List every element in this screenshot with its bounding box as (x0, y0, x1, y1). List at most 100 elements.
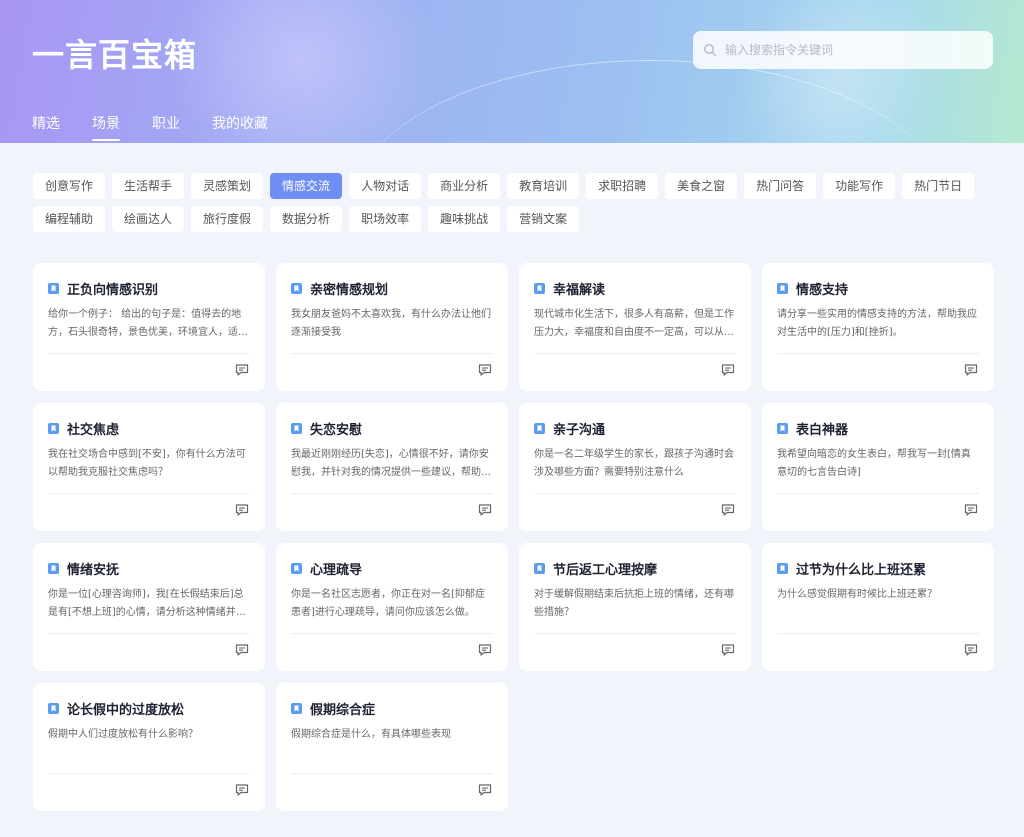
tab-1[interactable]: 场景 (92, 113, 120, 141)
tab-0[interactable]: 精选 (32, 113, 60, 141)
category-chip[interactable]: 职场效率 (349, 206, 422, 232)
card-title-row: 情绪安抚 (48, 559, 250, 578)
bookmark-icon (777, 423, 788, 434)
prompt-card[interactable]: 亲密情感规划 我女朋友爸妈不太喜欢我，有什么办法让他们逐渐接受我 (276, 263, 508, 391)
card-title-row: 情感支持 (777, 279, 979, 298)
card-description: 假期综合症是什么，有具体哪些表现 (291, 729, 451, 740)
category-chip[interactable]: 美食之窗 (665, 173, 738, 199)
card-title-row: 心理疏导 (291, 559, 493, 578)
card-title: 论长假中的过度放松 (67, 703, 185, 718)
category-chip[interactable]: 求职招聘 (586, 173, 659, 199)
card-divider (534, 633, 736, 634)
card-title: 过节为什么比上班还累 (796, 563, 927, 578)
prompt-card[interactable]: 表白神器 我希望向暗恋的女生表白，帮我写一封[情真意切的七言告白诗] (762, 403, 994, 531)
chat-icon[interactable] (478, 503, 492, 517)
search-icon (704, 44, 717, 57)
card-description: 我女朋友爸妈不太喜欢我，有什么办法让他们逐渐接受我 (291, 309, 491, 338)
chat-icon[interactable] (235, 503, 249, 517)
card-title: 心理疏导 (310, 563, 363, 578)
prompt-card[interactable]: 心理疏导你是一名社区志愿者，你正在对一名[抑郁症患者]进行心理疏导，请问你应该怎… (276, 543, 508, 671)
card-description: 你是一名二年级学生的家长，跟孩子沟通时会涉及哪些方面？需要特别注意什么 (534, 449, 734, 478)
category-chip[interactable]: 旅行度假 (191, 206, 264, 232)
card-divider (777, 633, 979, 634)
card-description: 你是一位[心理咨询师]，我[在长假结束后]总是有[不想上班]的心情，请分析这种情… (48, 589, 246, 618)
category-chip[interactable]: 编程辅助 (33, 206, 106, 232)
bookmark-icon (534, 283, 545, 294)
bookmark-icon (291, 563, 302, 574)
bookmark-icon (777, 563, 788, 574)
category-chip[interactable]: 热门问答 (744, 173, 817, 199)
card-title: 亲子沟通 (553, 423, 606, 438)
category-chip[interactable]: 绘画达人 (112, 206, 185, 232)
category-chip[interactable]: 功能写作 (823, 173, 896, 199)
prompt-card[interactable]: 论长假中的过度放松 假期中人们过度放松有什么影响？ (33, 683, 265, 811)
prompt-card[interactable]: 情感支持请分享一些实用的情感支持的方法，帮助我应对生活中的[压力]和[挫折]。 (762, 263, 994, 391)
prompt-card[interactable]: 情绪安抚你是一位[心理咨询师]，我[在长假结束后]总是有[不想上班]的心情，请分… (33, 543, 265, 671)
category-chip[interactable]: 情感交流 (270, 173, 343, 199)
chat-icon[interactable] (478, 363, 492, 377)
tab-3[interactable]: 我的收藏 (212, 113, 268, 141)
card-title-row: 失恋安慰 (291, 419, 493, 438)
app-title: 一言百宝箱 (32, 36, 198, 74)
category-chip[interactable]: 教育培训 (507, 173, 580, 199)
bookmark-icon (291, 283, 302, 294)
prompt-card[interactable]: 失恋安慰我最近刚刚经历[失恋]，心情很不好，请你安慰我，并针对我的情况提供一些建… (276, 403, 508, 531)
category-chip[interactable]: 生活帮手 (112, 173, 185, 199)
chat-icon[interactable] (235, 643, 249, 657)
bookmark-icon (48, 563, 59, 574)
card-description: 我在社交场合中感到[不安]，你有什么方法可以帮助我克服社交焦虑吗？ (48, 449, 246, 478)
category-chip[interactable]: 数据分析 (270, 206, 343, 232)
chat-icon[interactable] (964, 503, 978, 517)
category-chip[interactable]: 营销文案 (507, 206, 580, 232)
bookmark-icon (534, 423, 545, 434)
search-input[interactable] (725, 43, 975, 57)
card-divider (48, 353, 250, 354)
chat-icon[interactable] (964, 363, 978, 377)
prompt-card[interactable]: 节后返工心理按摩 对于缓解假期结束后抗拒上班的情绪，还有哪些措施？ (519, 543, 751, 671)
card-title-row: 论长假中的过度放松 (48, 699, 250, 718)
card-divider (534, 493, 736, 494)
chat-icon[interactable] (964, 643, 978, 657)
card-title: 情绪安抚 (67, 563, 120, 578)
card-title-row: 幸福解读 (534, 279, 736, 298)
card-title: 幸福解读 (553, 283, 606, 298)
prompt-card[interactable]: 社交焦虑我在社交场合中感到[不安]，你有什么方法可以帮助我克服社交焦虑吗？ (33, 403, 265, 531)
category-chip[interactable]: 热门节日 (902, 173, 975, 199)
card-divider (291, 773, 493, 774)
prompt-card[interactable]: 幸福解读 现代城市化生活下，很多人有高薪，但是工作压力大，幸福度和自由度不一定高，… (519, 263, 751, 391)
category-chip[interactable]: 趣味挑战 (428, 206, 501, 232)
card-title-row: 社交焦虑 (48, 419, 250, 438)
category-chip[interactable]: 灵感策划 (191, 173, 264, 199)
card-title: 表白神器 (796, 423, 849, 438)
chat-icon[interactable] (721, 503, 735, 517)
bookmark-icon (534, 563, 545, 574)
card-divider (777, 353, 979, 354)
category-chip[interactable]: 商业分析 (428, 173, 501, 199)
card-description: 为什么感觉假期有时候比上班还累？ (777, 589, 937, 600)
category-chip[interactable]: 创意写作 (33, 173, 106, 199)
chat-icon[interactable] (478, 643, 492, 657)
chat-icon[interactable] (235, 363, 249, 377)
category-chip[interactable]: 人物对话 (349, 173, 422, 199)
prompt-card[interactable]: 假期综合症假期综合症是什么，有具体哪些表现 (276, 683, 508, 811)
card-title: 情感支持 (796, 283, 849, 298)
prompt-card[interactable]: 亲子沟通你是一名二年级学生的家长，跟孩子沟通时会涉及哪些方面？需要特别注意什么 (519, 403, 751, 531)
card-title-row: 假期综合症 (291, 699, 493, 718)
chat-icon[interactable] (721, 363, 735, 377)
card-divider (534, 353, 736, 354)
prompt-card[interactable]: 过节为什么比上班还累为什么感觉假期有时候比上班还累？ (762, 543, 994, 671)
chat-icon[interactable] (235, 783, 249, 797)
search-box[interactable] (693, 31, 993, 69)
chat-icon[interactable] (721, 643, 735, 657)
card-divider (48, 773, 250, 774)
tab-2[interactable]: 职业 (152, 113, 180, 141)
chat-icon[interactable] (478, 783, 492, 797)
card-description: 请分享一些实用的情感支持的方法，帮助我应对生活中的[压力]和[挫折]。 (777, 309, 977, 338)
prompt-card[interactable]: 正负向情感识别给你一个例子： 给出的句子是：值得去的地方，石头很奇特，景色优美，… (33, 263, 265, 391)
card-description: 你是一名社区志愿者，你正在对一名[抑郁症患者]进行心理疏导，请问你应该怎么做。 (291, 589, 485, 618)
bookmark-icon (48, 703, 59, 714)
bookmark-icon (48, 423, 59, 434)
card-description: 给你一个例子： 给出的句子是：值得去的地方，石头很奇特，景色优美，环境宜人，适合… (48, 309, 248, 338)
card-description: 我最近刚刚经历[失恋]，心情很不好，请你安慰我，并针对我的情况提供一些建议，帮助… (291, 449, 491, 478)
card-title: 正负向情感识别 (67, 283, 159, 298)
